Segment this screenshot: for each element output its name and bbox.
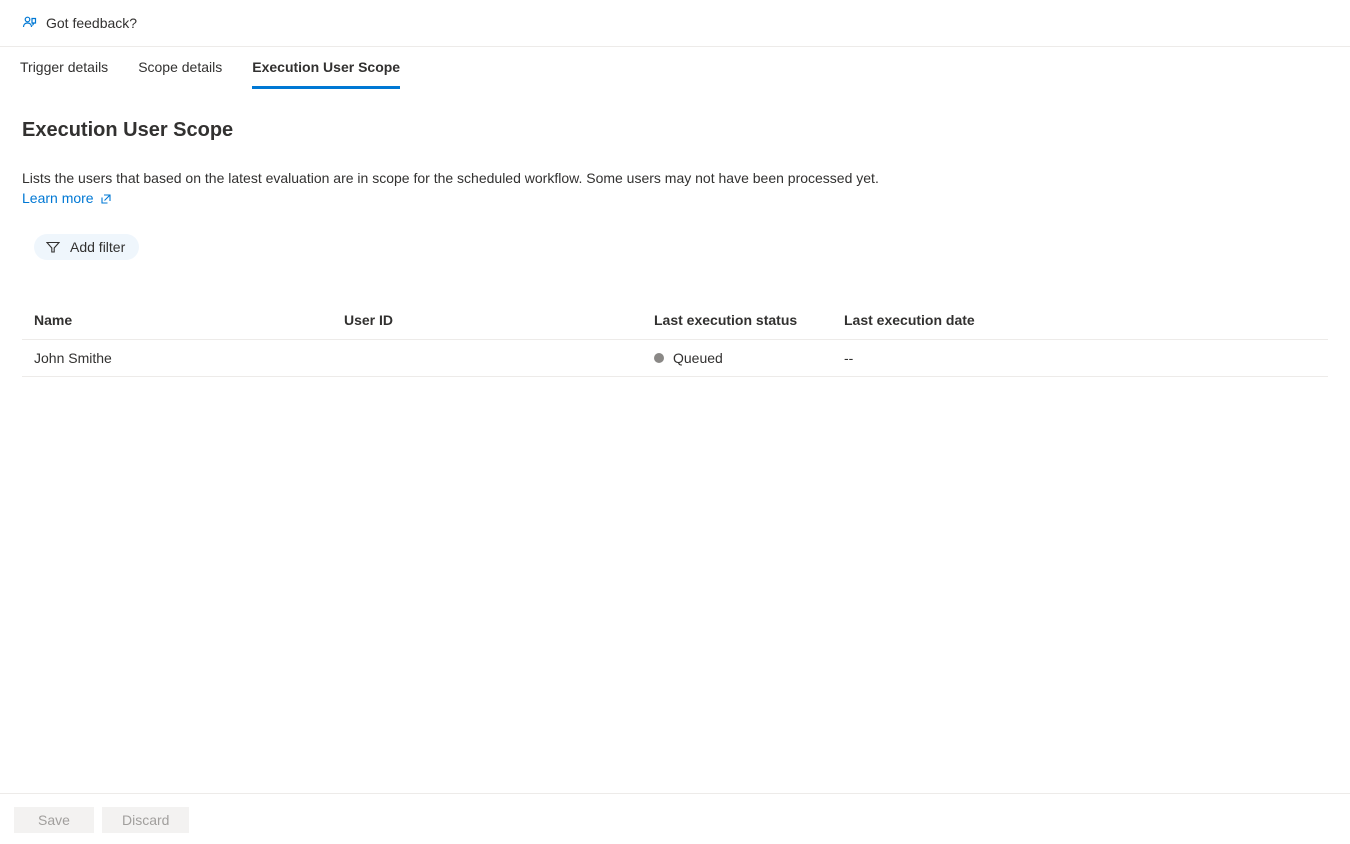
table-header-row: Name User ID Last execution status Last …: [22, 302, 1328, 340]
status-text: Queued: [673, 350, 723, 366]
cell-date: --: [832, 340, 1328, 377]
feedback-bar[interactable]: Got feedback?: [0, 0, 1350, 47]
main-content: Execution User Scope Lists the users tha…: [0, 89, 1350, 377]
cell-name: John Smithe: [22, 340, 332, 377]
column-status[interactable]: Last execution status: [642, 302, 832, 340]
filter-icon: [46, 240, 60, 254]
tabs: Trigger details Scope details Execution …: [18, 47, 1350, 89]
footer-actions: Save Discard: [0, 793, 1350, 833]
feedback-label: Got feedback?: [46, 15, 137, 31]
status-dot-icon: [654, 353, 664, 363]
add-filter-button[interactable]: Add filter: [34, 234, 139, 260]
column-user-id[interactable]: User ID: [332, 302, 642, 340]
cell-user-id: [332, 340, 642, 377]
discard-button[interactable]: Discard: [102, 807, 189, 833]
users-table: Name User ID Last execution status Last …: [22, 302, 1328, 377]
feedback-icon: [22, 15, 38, 31]
save-button[interactable]: Save: [14, 807, 94, 833]
learn-more-label: Learn more: [22, 190, 94, 206]
learn-more-link[interactable]: Learn more: [22, 190, 112, 206]
page-description: Lists the users that based on the latest…: [22, 168, 1328, 188]
tab-execution-user-scope[interactable]: Execution User Scope: [252, 47, 400, 89]
page-title: Execution User Scope: [22, 119, 1328, 142]
column-date[interactable]: Last execution date: [832, 302, 1328, 340]
table-row[interactable]: John Smithe Queued --: [22, 340, 1328, 377]
cell-status: Queued: [642, 340, 832, 377]
tab-scope-details[interactable]: Scope details: [138, 47, 222, 89]
tab-trigger-details[interactable]: Trigger details: [20, 47, 108, 89]
external-link-icon: [100, 192, 112, 204]
column-name[interactable]: Name: [22, 302, 332, 340]
add-filter-label: Add filter: [70, 239, 125, 255]
filter-row: Add filter: [34, 234, 1328, 260]
